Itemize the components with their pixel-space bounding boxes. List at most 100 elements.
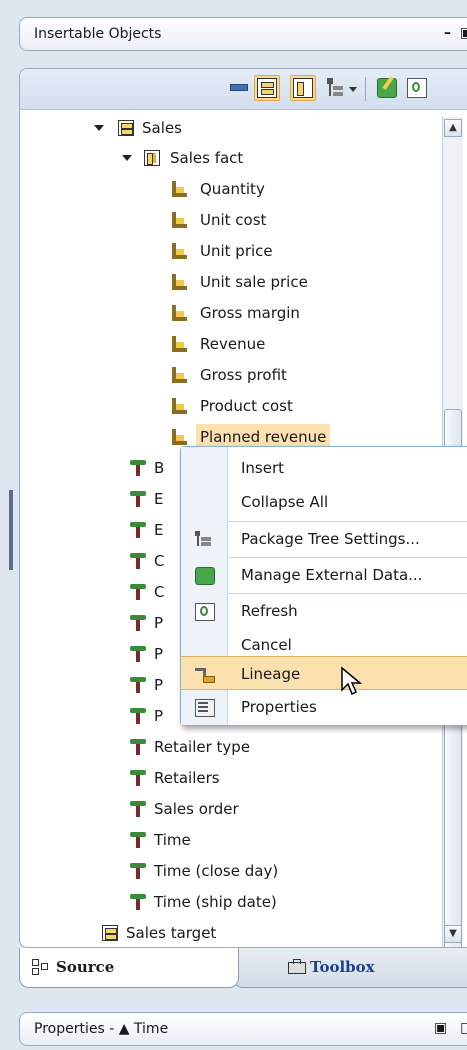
tree-node-measure[interactable]: Unit cost [20,207,438,233]
menu-item-refresh[interactable]: Refresh [181,594,467,628]
dimension-icon [130,677,146,693]
tree-label: Unit cost [200,211,267,229]
tree-node-measure[interactable]: Quantity [20,176,438,202]
collapsed-arrow-icon[interactable] [115,679,121,689]
panel-window-controls[interactable]: – ▣ [444,25,467,41]
tree-node-measure[interactable]: Gross margin [20,300,438,326]
tree-label: C [154,583,165,601]
manage-external-data-icon[interactable] [377,76,397,98]
tree-label: Gross margin [200,304,300,322]
tree-node-dimension[interactable]: Retailers [20,765,438,791]
tree-label: P [154,676,164,694]
collapsed-arrow-icon[interactable] [115,524,121,534]
tab-toolbox[interactable]: Toolbox [233,948,467,988]
tree-node-sales-target[interactable]: Sales target [20,920,438,946]
dimension-icon [130,615,146,631]
refresh-icon [195,603,215,621]
expanded-arrow-icon[interactable] [94,125,104,131]
fact-view-icon[interactable] [293,78,313,98]
manage-external-data-icon [195,567,215,585]
tree-node-measure[interactable]: Gross profit [20,362,438,388]
collapsed-arrow-icon[interactable] [115,586,121,596]
dimension-icon [130,646,146,662]
properties-panel-header: Properties - ▲ Time ▣ □ [19,1012,467,1046]
context-menu: Insert Collapse All Package Tree Setting… [180,446,467,726]
collapsed-arrow-icon[interactable] [115,462,121,472]
tab-label: Toolbox [310,958,375,976]
tree-node-dimension[interactable]: Sales order [20,796,438,822]
namespace-icon [102,925,118,941]
mouse-pointer-icon [341,666,363,696]
collapsed-arrow-icon[interactable] [115,834,121,844]
tree-node-measure[interactable]: Unit price [20,238,438,264]
tree-label: Sales [142,119,182,137]
measure-icon [172,274,187,290]
measure-icon [172,243,187,259]
scroll-down-button[interactable]: ▼ [444,925,462,943]
collapsed-arrow-icon[interactable] [87,927,93,937]
collapsed-arrow-icon[interactable] [115,772,121,782]
dimension-icon [130,832,146,848]
tree-label: P [154,614,164,632]
bottom-tab-bar: Toolbox Source [19,948,467,990]
minus-bar-icon[interactable] [230,84,248,91]
tree-label: Unit price [200,242,273,260]
menu-item-collapse-all[interactable]: Collapse All [181,485,467,519]
collapsed-arrow-icon[interactable] [115,865,121,875]
panel-title: Insertable Objects [34,26,162,42]
collapsed-arrow-icon[interactable] [115,617,121,627]
menu-item-label: Insert [241,459,285,477]
measure-icon [172,336,187,352]
properties-window-controls[interactable]: ▣ □ [434,1020,467,1036]
collapsed-arrow-icon[interactable] [115,555,121,565]
tree-node-measure[interactable]: Revenue [20,331,438,357]
collapsed-arrow-icon[interactable] [115,493,121,503]
scroll-up-button[interactable]: ▲ [444,119,462,137]
tree-node-dimension[interactable]: Time (close day) [20,858,438,884]
menu-item-properties[interactable]: Properties [181,690,467,724]
source-tree-icon [32,959,50,975]
namespace-icon [118,120,134,136]
insertable-objects-header: Insertable Objects – ▣ [19,17,467,51]
tree-label: P [154,645,164,663]
package-tree-settings-icon[interactable] [327,78,347,98]
dimension-icon [130,739,146,755]
tree-label: Time (ship date) [154,893,277,911]
tree-label: Gross profit [200,366,287,384]
menu-item-insert[interactable]: Insert [181,451,467,485]
expanded-arrow-icon[interactable] [122,155,132,161]
dimension-icon [130,770,146,786]
refresh-icon[interactable] [407,78,427,98]
collapsed-arrow-icon[interactable] [115,803,121,813]
tab-source[interactable]: Source [19,948,239,988]
menu-item-package-tree-settings[interactable]: Package Tree Settings... [181,522,467,556]
tree-node-measure[interactable]: Unit sale price [20,269,438,295]
tree-node-dimension[interactable]: Time (ship date) [20,889,438,915]
dimension-icon [130,491,146,507]
menu-item-label: Manage External Data... [241,566,423,584]
properties-icon [195,699,215,717]
tree-node-sales-fact[interactable]: Sales fact [20,145,438,171]
dimension-icon [130,801,146,817]
collapsed-arrow-icon[interactable] [115,710,121,720]
tree-label: Unit sale price [200,273,308,291]
namespace-view-icon[interactable] [257,78,277,98]
chevron-down-icon[interactable] [349,87,357,92]
splitter-handle[interactable] [9,490,13,570]
tree-node-dimension[interactable]: Time [20,827,438,853]
measure-icon [172,212,187,228]
menu-item-manage-external-data[interactable]: Manage External Data... [181,558,467,592]
collapsed-arrow-icon[interactable] [115,648,121,658]
tree-label: C [154,552,165,570]
menu-item-lineage[interactable]: Lineage [181,656,467,690]
collapsed-arrow-icon[interactable] [115,896,121,906]
tree-node-dimension[interactable]: Retailer type [20,734,438,760]
tree-label: B [154,459,165,477]
measure-icon [172,398,187,414]
tree-node-measure[interactable]: Product cost [20,393,438,419]
tree-node-sales[interactable]: Sales [20,115,438,141]
tree-label: Sales fact [170,149,244,167]
panel-toolbar [20,69,467,110]
menu-item-label: Lineage [241,665,301,683]
collapsed-arrow-icon[interactable] [115,741,121,751]
